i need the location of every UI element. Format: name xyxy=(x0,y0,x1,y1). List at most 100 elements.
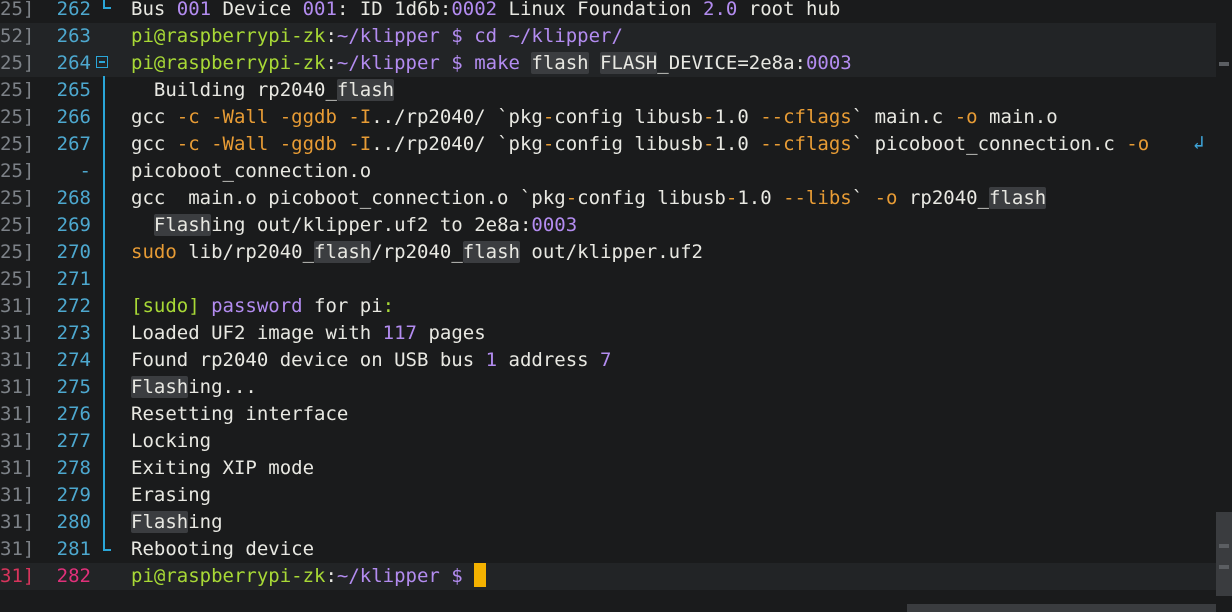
terminal-line: 31] 274 Found rp2040 device on USB bus 1 a… xyxy=(0,347,1216,374)
text-segment: - xyxy=(725,187,738,209)
search-match: Flash xyxy=(153,214,212,236)
text-segment: root hub xyxy=(737,0,841,20)
text-segment: config libusb xyxy=(554,106,703,128)
line-content: Flashing xyxy=(131,509,1216,536)
line-number: 278 xyxy=(56,457,91,479)
timestamp-fragment: 31] xyxy=(0,403,35,425)
terminal-line: 25] 268 gcc main.o picoboot_connection.o `… xyxy=(0,185,1216,212)
text-segment: pi@raspberrypi-zk xyxy=(131,25,326,47)
text-segment: Resetting interface xyxy=(131,403,349,425)
text-segment: --cflags xyxy=(760,106,852,128)
text-segment: Loaded UF2 image with xyxy=(131,322,383,344)
text-segment: --cflags xyxy=(760,133,852,155)
timestamp-fragment: 25] xyxy=(0,268,35,290)
text-segment: ` picoboot_connection.c xyxy=(851,133,1127,155)
terminal-line: 25] - picoboot_connection.o xyxy=(0,158,1216,185)
text-segment: ` xyxy=(851,187,875,209)
wrap-arrow-icon: ↲ xyxy=(1193,132,1205,154)
terminal-window[interactable]: 25] 262 Bus 001 Device 001: ID 1d6b:0002 L… xyxy=(0,0,1232,612)
text-segment: gcc xyxy=(131,133,177,155)
terminal-line: 31] 275 Flashing... xyxy=(0,374,1216,401)
terminal-line: 52] 263 pi@raspberrypi-zk:~/klipper $ cd ~… xyxy=(0,23,1216,50)
line-number: 264 xyxy=(56,52,91,74)
text-segment: 001 xyxy=(176,0,212,20)
text-segment: Linux Foundation xyxy=(497,0,704,20)
text-segment: 1.0 xyxy=(737,187,784,209)
text-segment: ../rp2040/ `pkg xyxy=(371,133,543,155)
search-match: flash xyxy=(462,241,520,263)
line-content: Found rp2040 device on USB bus 1 address… xyxy=(131,347,1216,374)
timestamp-fragment: 31] xyxy=(0,430,35,452)
line-number: 262 xyxy=(56,0,91,20)
timestamp-fragment: 31] xyxy=(0,484,35,506)
timestamp-fragment: 25] xyxy=(0,214,35,236)
line-content: pi@raspberrypi-zk:~/klipper $ cd ~/klipp… xyxy=(131,23,1216,50)
terminal-line: 31] 279 Erasing xyxy=(0,482,1216,509)
line-content: Locking xyxy=(131,428,1216,455)
text-segment: - xyxy=(542,133,555,155)
text-segment: password xyxy=(199,295,303,317)
text-segment: main.o xyxy=(977,106,1058,128)
timestamp-fragment: 25] xyxy=(0,241,35,263)
terminal-line: 31] 278 Exiting XIP mode xyxy=(0,455,1216,482)
scroll-marker xyxy=(1219,565,1229,569)
text-segment: Building rp2040_ xyxy=(131,79,337,101)
text-segment: Rebooting device xyxy=(131,538,315,560)
text-segment: Bus xyxy=(131,0,177,20)
text-segment: : ID 1d6b xyxy=(336,0,440,20)
text-segment: -o xyxy=(874,187,898,209)
text-segment: sudo xyxy=(131,241,177,263)
text-segment xyxy=(131,214,154,236)
text-segment: : xyxy=(439,0,452,20)
continuation-marker: - xyxy=(79,160,91,182)
terminal-line: 31] 276 Resetting interface xyxy=(0,401,1216,428)
text-segment: 1.0 xyxy=(714,106,761,128)
horizontal-scrollbar-thumb[interactable] xyxy=(907,604,1216,612)
line-number: 273 xyxy=(56,322,91,344)
search-match: flash xyxy=(989,187,1047,209)
text-segment: ing xyxy=(188,511,223,533)
text-segment: --libs xyxy=(783,187,852,209)
text-segment: pages xyxy=(417,322,486,344)
text-segment: 2.0 xyxy=(703,0,738,20)
timestamp-fragment: 31] xyxy=(0,322,35,344)
text-segment: Exiting XIP mode xyxy=(131,457,315,479)
timestamp-fragment: 25] xyxy=(0,79,35,101)
line-content: pi@raspberrypi-zk:~/klipper $ make flash… xyxy=(131,50,1216,77)
scroll-marker xyxy=(1219,62,1229,66)
line-number: 281 xyxy=(56,538,91,560)
text-segment: 0003 xyxy=(531,214,578,236)
line-number: 272 xyxy=(56,295,91,317)
text-segment: -o xyxy=(954,106,978,128)
text-segment: 1 xyxy=(485,349,498,371)
text-segment: picoboot_connection.o xyxy=(131,160,372,182)
text-segment: - xyxy=(703,133,715,155)
timestamp-fragment: 31] xyxy=(0,538,35,560)
search-match: FLASH xyxy=(600,52,658,74)
vertical-scrollbar[interactable] xyxy=(1216,0,1232,612)
command-prompt[interactable]: pi@raspberrypi-zk:~/klipper $ xyxy=(131,563,1216,590)
text-segment: pi@raspberrypi-zk xyxy=(131,52,326,74)
line-number: 267 xyxy=(56,133,91,155)
scrollbar-thumb[interactable] xyxy=(1216,512,1232,596)
fold-guide xyxy=(103,76,105,549)
terminal-line: 31] 273 Loaded UF2 image with 117 pages xyxy=(0,320,1216,347)
terminal-line: 25] 264 pi@raspberrypi-zk:~/klipper $ make… xyxy=(0,50,1216,77)
line-number: 263 xyxy=(56,25,91,47)
line-number: 266 xyxy=(56,106,91,128)
line-content: Flashing... xyxy=(131,374,1216,401)
timestamp-fragment: 31] xyxy=(0,457,35,479)
fold-collapse-icon[interactable] xyxy=(96,56,108,68)
text-segment: 7 xyxy=(600,349,612,371)
text-segment: : xyxy=(325,52,337,74)
terminal-line: 31] 277 Locking xyxy=(0,428,1216,455)
line-content: picoboot_connection.o xyxy=(131,158,1216,185)
line-number: 282 xyxy=(56,565,91,587)
terminal-line: 31] 280 Flashing xyxy=(0,509,1216,536)
text-segment: gcc xyxy=(131,106,177,128)
timestamp-fragment: 31] xyxy=(0,349,35,371)
line-content: sudo lib/rp2040_flash/rp2040_flash out/k… xyxy=(131,239,1216,266)
text-segment: ing out/klipper.uf2 to 2e8a xyxy=(211,214,520,236)
line-content: Rebooting device xyxy=(131,536,1216,563)
line-content: Loaded UF2 image with 117 pages xyxy=(131,320,1216,347)
